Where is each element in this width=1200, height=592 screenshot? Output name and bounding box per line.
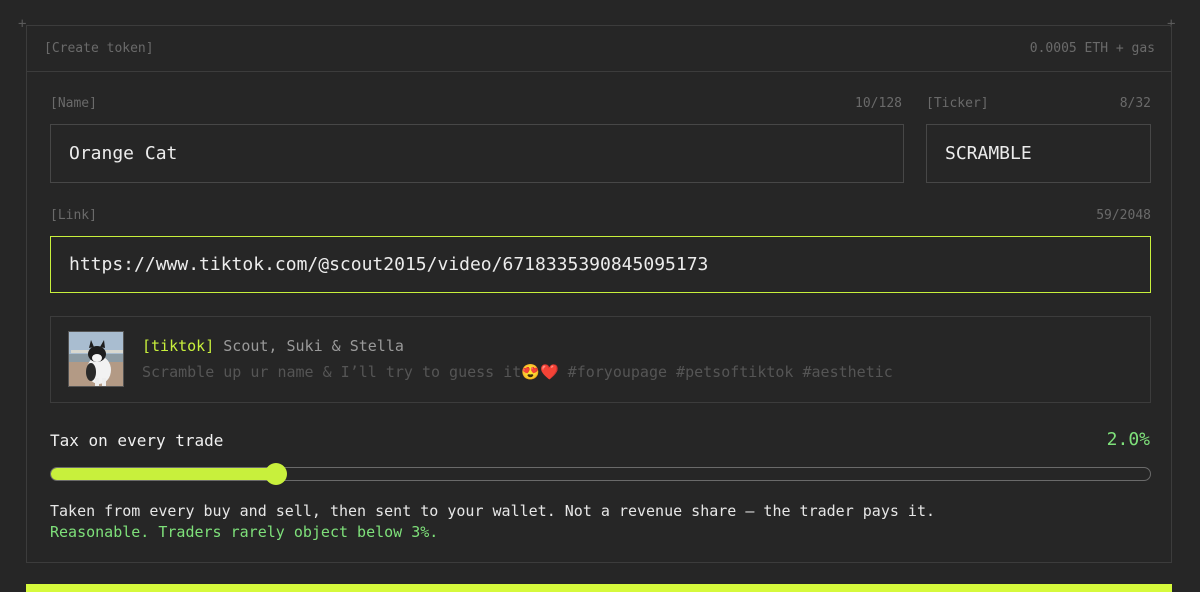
tax-slider-fill (51, 468, 276, 480)
tax-slider-track[interactable] (50, 463, 1151, 485)
link-label-row: [Link] 59/2048 (50, 208, 1151, 223)
ticker-input-value: SCRAMBLE (945, 143, 1032, 164)
card-title: [Create token] (44, 41, 154, 56)
tax-label: Tax on every trade (50, 431, 224, 450)
ticker-label-row: [Ticker] 8/32 (926, 96, 1151, 111)
create-token-button[interactable] (26, 584, 1172, 592)
name-label: [Name] (50, 96, 97, 111)
ticker-label: [Ticker] (926, 96, 989, 111)
tax-help-text: Taken from every buy and sell, then sent… (50, 502, 936, 520)
name-label-row: [Name] 10/128 (50, 96, 902, 111)
preview-source: [tiktok] (142, 337, 215, 355)
link-input-value: https://www.tiktok.com/@scout2015/video/… (69, 254, 709, 275)
tax-assessment: Reasonable. Traders rarely object below … (50, 523, 439, 541)
link-preview-card[interactable]: [tiktok] Scout, Suki & Stella Scramble u… (50, 316, 1151, 403)
tax-slider-handle[interactable] (265, 463, 287, 485)
video-thumbnail (68, 331, 124, 387)
link-input[interactable]: https://www.tiktok.com/@scout2015/video/… (50, 236, 1151, 293)
name-input-value: Orange Cat (69, 143, 178, 164)
card-header: [Create token] 0.0005 ETH + gas (27, 26, 1171, 72)
preview-author: Scout, Suki & Stella (223, 337, 404, 355)
cost-label: 0.0005 ETH + gas (1029, 41, 1155, 56)
link-char-count: 59/2048 (1096, 208, 1151, 223)
create-token-card: [Create token] 0.0005 ETH + gas [Name] 1… (26, 25, 1172, 563)
name-input[interactable]: Orange Cat (50, 124, 904, 183)
preview-description: Scramble up ur name & I’ll try to guess … (142, 363, 893, 381)
preview-title: [tiktok] Scout, Suki & Stella (142, 337, 404, 355)
tax-value: 2.0% (1106, 429, 1150, 450)
name-char-count: 10/128 (855, 96, 902, 111)
link-label: [Link] (50, 208, 97, 223)
ticker-input[interactable]: SCRAMBLE (926, 124, 1151, 183)
ticker-char-count: 8/32 (1119, 96, 1151, 111)
dog-thumbnail-image (69, 332, 123, 386)
